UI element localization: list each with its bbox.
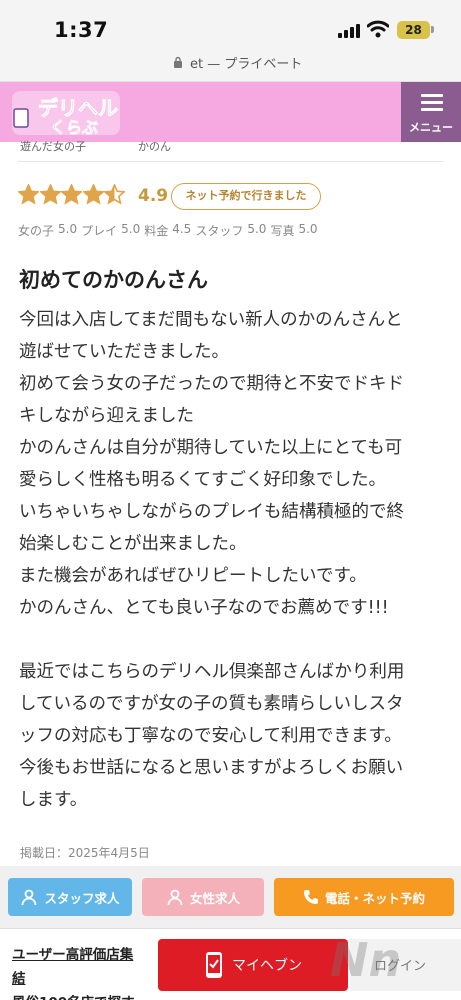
review-line: かのんさん、とても良い子なのでお薦めです!!! bbox=[19, 598, 389, 618]
phone-reserve-button[interactable]: 電話・ネット予約 bbox=[274, 878, 454, 916]
category-rating: プレイ bbox=[81, 224, 118, 238]
star-full-icon bbox=[18, 184, 39, 205]
star-full-icon bbox=[61, 184, 82, 205]
review-line: いちゃいちゃしながらのプレイも結構積極的で終 bbox=[19, 502, 404, 522]
status-time: 1:37 bbox=[54, 18, 109, 42]
category-rating-value: 5.0 bbox=[247, 222, 267, 236]
footer-link-line: 結 bbox=[12, 971, 26, 987]
review-body: 今回は入店してまだ間もない新人のかのんさんと 遊ばせていただきました。初めて会う女… bbox=[19, 304, 444, 816]
review-line: ッフの対応も丁寧なので安心して利用できます。 bbox=[19, 726, 402, 746]
myheaven-label: マイヘブン bbox=[232, 958, 302, 974]
battery-tip bbox=[431, 26, 434, 33]
action-bar: スタッフ求人 女性求人 電話・ネット予約 bbox=[0, 866, 461, 928]
hamburger-icon bbox=[421, 94, 443, 112]
menu-button[interactable]: メニュー bbox=[401, 82, 461, 142]
star-full-icon bbox=[82, 184, 104, 205]
category-ratings: 女の子 5.0 プレイ 5.0 料金 4.5 スタッフ 5.0 写真 5.0 bbox=[18, 222, 322, 239]
girl-name[interactable]: かのん bbox=[138, 138, 171, 154]
review-line: します。 bbox=[19, 790, 88, 810]
category-rating: スタッフ bbox=[195, 224, 244, 238]
svg-text:デリヘル: デリヘル bbox=[38, 96, 118, 120]
review-line: 今後もお世話になると思いますがよろしくお願い bbox=[19, 758, 404, 778]
site-logo[interactable]: デリヘル くらぶ bbox=[10, 87, 122, 137]
watermark-logo: Nn bbox=[330, 933, 402, 987]
phone-check-icon bbox=[206, 952, 222, 978]
female-recruit-label: 女性求人 bbox=[189, 890, 240, 906]
wifi-icon bbox=[367, 20, 389, 38]
review-line: 今回は入店してまだ間もない新人のかのんさんと bbox=[19, 310, 403, 330]
review-line: 愛らしく性格も明るくてすごく好印象でした。 bbox=[19, 470, 386, 490]
review-title: 初めてのかのんさん bbox=[19, 268, 208, 292]
female-recruit-button[interactable]: 女性求人 bbox=[142, 878, 264, 916]
reserve-badge: ネット予約で行きました bbox=[171, 183, 321, 210]
person-icon bbox=[22, 889, 37, 906]
lock-icon bbox=[174, 56, 182, 68]
status-bar: 1:37 28 bbox=[0, 0, 461, 46]
high-rated-shops-link[interactable]: ユーザー高評価店集 結 風俗100名店で探す bbox=[12, 943, 152, 1000]
category-rating: 写真 bbox=[270, 224, 295, 238]
footer-link-line: 風俗100名店で探す bbox=[12, 991, 152, 1000]
footer-link-line: ユーザー高評価店集 bbox=[12, 947, 134, 963]
menu-label: メニュー bbox=[409, 121, 453, 134]
staff-recruit-button[interactable]: スタッフ求人 bbox=[8, 878, 132, 916]
divider bbox=[18, 161, 443, 162]
review-line: また機会があればぜひリピートしたいです。 bbox=[19, 566, 367, 586]
review-line: 始楽しむことが出来ました。 bbox=[19, 534, 247, 554]
star-half-icon bbox=[104, 184, 125, 205]
star-rating bbox=[18, 184, 126, 205]
review-line: キしながら迎えました bbox=[19, 406, 194, 426]
url-text: et — プライベート bbox=[190, 57, 303, 72]
review-line: 初めて会う女の子だったので期待と不安でドキド bbox=[19, 374, 404, 394]
person-icon bbox=[167, 889, 183, 906]
battery-indicator: 28 bbox=[397, 21, 430, 39]
category-rating-value: 5.0 bbox=[121, 222, 141, 236]
review-line: かのんさんは自分が期待していた以上にとても可 bbox=[19, 438, 403, 458]
phone-reserve-label: 電話・ネット予約 bbox=[324, 890, 425, 906]
svg-text:くらぶ: くらぶ bbox=[50, 118, 98, 137]
review-line: しているのですが女の子の質も素晴らしいしスタ bbox=[19, 694, 404, 714]
footer: ユーザー高評価店集 結 風俗100名店で探す マイヘブン ログイン Nn bbox=[0, 928, 461, 1000]
url-bar[interactable]: et — プライベート bbox=[0, 46, 461, 82]
star-full-icon bbox=[39, 184, 61, 205]
played-label: 遊んだ女の子 bbox=[20, 140, 86, 153]
category-rating: 料金 bbox=[144, 224, 169, 238]
category-rating-value: 5.0 bbox=[58, 222, 78, 236]
category-rating-value: 5.0 bbox=[298, 222, 318, 236]
staff-recruit-label: スタッフ求人 bbox=[44, 890, 120, 906]
review-line: 遊ばせていただきました。 bbox=[19, 342, 229, 362]
played-row: 遊んだ女の子 かのん bbox=[20, 138, 440, 154]
site-header: デリヘル くらぶ メニュー bbox=[0, 82, 461, 142]
phone-icon bbox=[303, 890, 318, 904]
review-line: 最近ではこちらのデリヘル倶楽部さんばかり利用 bbox=[19, 662, 405, 682]
review-line bbox=[19, 624, 444, 656]
myheaven-button[interactable]: マイヘブン bbox=[158, 939, 348, 991]
cellular-signal-icon bbox=[338, 23, 362, 38]
category-rating-value: 4.5 bbox=[172, 222, 192, 236]
category-rating: 女の子 bbox=[18, 224, 55, 238]
review-score: 4.9 bbox=[138, 186, 169, 206]
post-date: 掲載日：2025年4月5日 bbox=[20, 846, 150, 860]
